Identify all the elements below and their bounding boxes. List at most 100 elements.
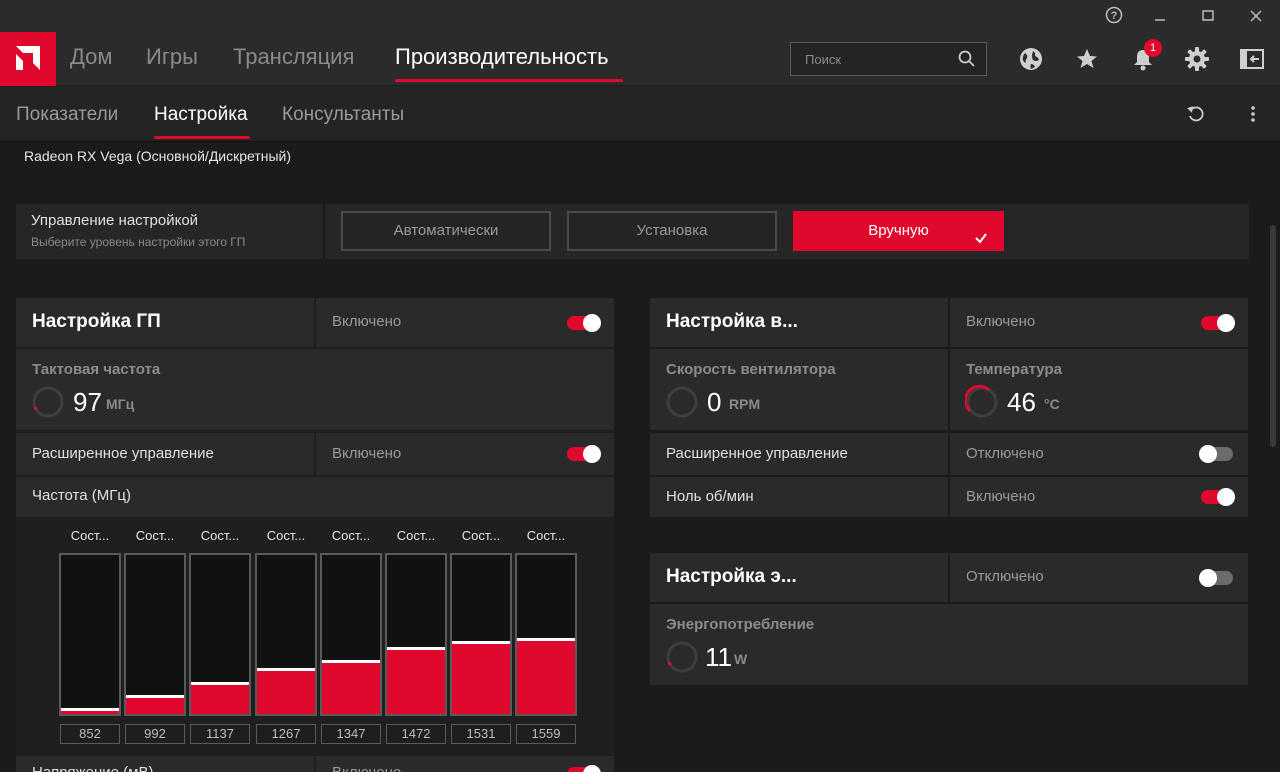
state-handle[interactable]	[387, 647, 445, 650]
help-icon[interactable]: ?	[1104, 6, 1124, 26]
voltage-toggle-cell: Включено	[316, 756, 614, 772]
nav-games[interactable]: Игры	[146, 44, 198, 70]
star-icon[interactable]	[1074, 46, 1100, 72]
maximize-icon[interactable]	[1198, 6, 1218, 26]
more-options-icon[interactable]	[1243, 104, 1263, 129]
gpu-tuning-toggle-cell: Включено	[316, 298, 614, 347]
state-handle[interactable]	[452, 641, 510, 644]
state-value[interactable]: 992	[125, 724, 185, 744]
gpu-advanced-toggle-cell: Включено	[316, 433, 614, 475]
nav-streaming[interactable]: Трансляция	[233, 44, 354, 70]
voltage-status: Включено	[332, 764, 401, 772]
svg-text:?: ?	[1111, 10, 1118, 22]
clock-cell: Тактовая частота 97 МГц	[16, 349, 614, 430]
search-input[interactable]	[797, 49, 947, 69]
tab-metrics[interactable]: Показатели	[16, 104, 118, 126]
notification-badge: 1	[1144, 39, 1162, 57]
divider	[323, 204, 325, 259]
nav-performance[interactable]: Производительность	[395, 44, 609, 70]
tuning-control-subtitle: Выберите уровень настройки этого ГП	[31, 235, 246, 249]
temperature-title: Температура	[966, 361, 1062, 378]
state-label: Сост...	[396, 528, 436, 543]
state-value[interactable]: 1559	[516, 724, 576, 744]
state-fill	[452, 644, 510, 714]
state-slider[interactable]	[320, 553, 382, 716]
mode-manual-button[interactable]: Вручную	[793, 211, 1004, 251]
tab-tuning[interactable]: Настройка	[154, 104, 248, 126]
zero-rpm-label: Ноль об/мин	[666, 488, 754, 505]
state-handle[interactable]	[191, 682, 249, 685]
power-value: 11	[705, 642, 732, 672]
state-value[interactable]: 1267	[256, 724, 316, 744]
state-handle[interactable]	[257, 668, 315, 671]
fan-speed-value: 0	[707, 387, 722, 417]
fan-advanced-status: Отключено	[966, 445, 1044, 462]
state-slider[interactable]	[515, 553, 577, 716]
zero-rpm-label-cell: Ноль об/мин	[650, 477, 948, 517]
toggle-knob	[1217, 488, 1235, 506]
toggle-knob	[583, 314, 601, 332]
state-fill	[387, 650, 445, 714]
fan-tuning-header-cell: Настройка в...	[650, 298, 948, 347]
sidebar-toggle-icon[interactable]	[1239, 46, 1265, 72]
state-fill	[61, 711, 119, 714]
amd-logo[interactable]	[0, 32, 56, 86]
state-slider[interactable]	[450, 553, 512, 716]
fan-tuning-title: Настройка в...	[666, 311, 798, 332]
power-tuning-title: Настройка э...	[666, 566, 797, 587]
fan-advanced-label-cell: Расширенное управление	[650, 433, 948, 475]
fan-speed-unit: RPM	[729, 396, 761, 412]
fan-speed-title: Скорость вентилятора	[666, 361, 836, 378]
tab-active-indicator	[154, 136, 250, 139]
state-value[interactable]: 852	[60, 724, 120, 744]
state-slider[interactable]	[59, 553, 121, 716]
state-value[interactable]: 1137	[190, 724, 250, 744]
state-value[interactable]: 1531	[451, 724, 511, 744]
state-value[interactable]: 1347	[321, 724, 381, 744]
voltage-toggle[interactable]	[567, 765, 601, 772]
tab-advisors[interactable]: Консультанты	[282, 104, 404, 126]
zero-rpm-toggle[interactable]	[1201, 488, 1235, 506]
fan-advanced-toggle[interactable]	[1199, 445, 1233, 463]
search-icon[interactable]	[957, 49, 977, 74]
close-icon[interactable]	[1246, 6, 1266, 26]
power-tuning-toggle[interactable]	[1199, 569, 1233, 587]
state-handle[interactable]	[517, 638, 575, 641]
top-navigation: Дом Игры Трансляция Производительность 1	[0, 32, 1280, 86]
fan-advanced-label: Расширенное управление	[666, 445, 848, 462]
gear-icon[interactable]	[1184, 46, 1210, 72]
nav-home[interactable]: Дом	[70, 44, 113, 70]
reset-icon[interactable]	[1186, 104, 1206, 129]
gpu-tuning-toggle[interactable]	[567, 314, 601, 332]
minimize-icon[interactable]	[1150, 6, 1170, 26]
state-slider[interactable]	[255, 553, 317, 716]
globe-icon[interactable]	[1018, 46, 1044, 72]
scrollbar[interactable]	[1270, 225, 1276, 447]
state-fill	[191, 685, 249, 714]
state-fill	[322, 663, 380, 714]
state-handle[interactable]	[126, 695, 184, 698]
clock-title: Тактовая частота	[32, 361, 161, 378]
state-fill	[126, 698, 184, 714]
state-label: Сост...	[70, 528, 110, 543]
gpu-advanced-label: Расширенное управление	[32, 445, 214, 462]
state-slider[interactable]	[124, 553, 186, 716]
power-title: Энергопотребление	[666, 616, 815, 633]
sub-navigation: Показатели Настройка Консультанты	[0, 86, 1280, 142]
check-icon	[974, 223, 988, 259]
fan-speed-cell: Скорость вентилятора 0 RPM	[650, 349, 948, 430]
mode-auto-button[interactable]: Автоматически	[341, 211, 551, 251]
state-slider[interactable]	[385, 553, 447, 716]
gpu-advanced-status: Включено	[332, 445, 402, 462]
state-value[interactable]: 1472	[386, 724, 446, 744]
gpu-advanced-toggle[interactable]	[567, 445, 601, 463]
toggle-knob	[1199, 569, 1217, 587]
state-handle[interactable]	[61, 708, 119, 711]
mode-preset-button[interactable]: Установка	[567, 211, 777, 251]
search-box	[790, 42, 987, 76]
state-handle[interactable]	[322, 660, 380, 663]
state-slider[interactable]	[189, 553, 251, 716]
clock-unit: МГц	[106, 396, 135, 412]
power-tuning-header-cell: Настройка э...	[650, 553, 948, 602]
fan-tuning-toggle[interactable]	[1201, 314, 1235, 332]
